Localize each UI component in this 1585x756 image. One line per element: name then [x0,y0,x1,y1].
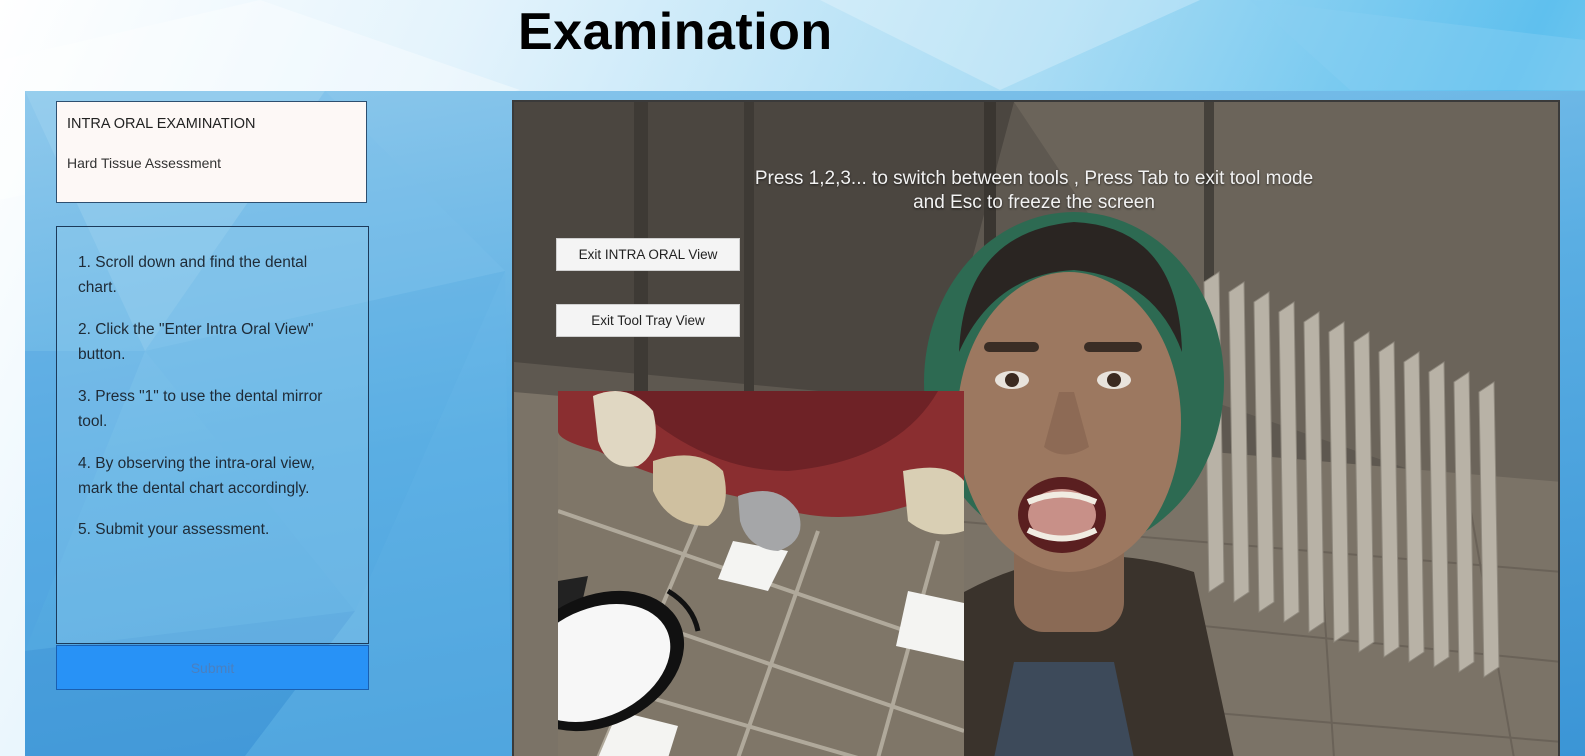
submit-button[interactable]: Submit [56,645,369,690]
assessment-subtitle: Hard Tissue Assessment [67,155,222,171]
3d-viewport[interactable]: Press 1,2,3... to switch between tools ,… [512,100,1560,756]
instruction-step: 4. By observing the intra-oral view, mar… [78,455,315,497]
assessment-header-card: INTRA ORAL EXAMINATION Hard Tissue Asses… [56,101,367,203]
exit-intra-oral-view-button[interactable]: Exit INTRA ORAL View [556,238,740,271]
exit-tool-tray-view-button[interactable]: Exit Tool Tray View [556,304,740,337]
instruction-step: 2. Click the "Enter Intra Oral View" but… [78,321,314,363]
mirror-view-render [558,391,964,756]
intra-oral-mirror-view [558,391,964,756]
instructions-panel: 1. Scroll down and find the dental chart… [56,226,369,644]
page-title: Examination [518,3,833,61]
instruction-step: 3. Press "1" to use the dental mirror to… [78,388,323,430]
tool-hint-text: Press 1,2,3... to switch between tools ,… [754,168,1314,213]
instruction-step: 5. Submit your assessment. [78,521,270,538]
instruction-step: 1. Scroll down and find the dental chart… [78,254,308,296]
examination-title: INTRA ORAL EXAMINATION [67,116,256,132]
